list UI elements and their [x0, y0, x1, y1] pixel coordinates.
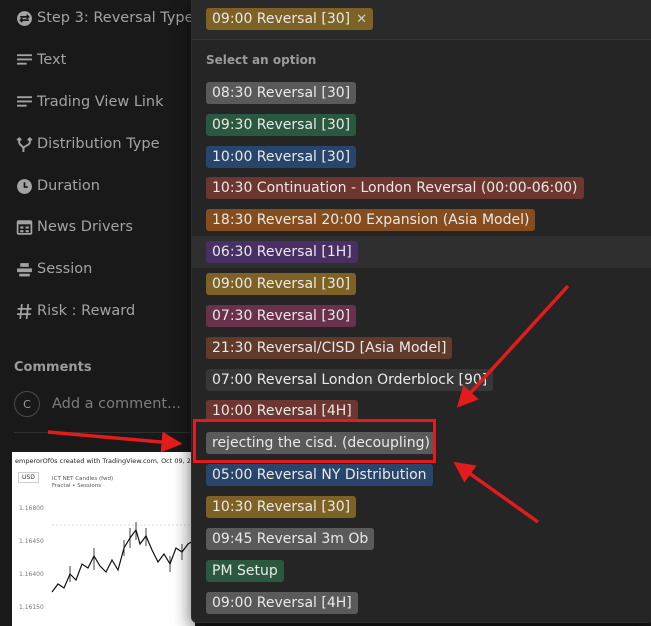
- option-chip[interactable]: 09:00 Reversal [30]: [206, 273, 357, 295]
- option-chip[interactable]: 10:30 Continuation - London Reversal (00…: [206, 177, 584, 199]
- candlestick-sketch: [51, 522, 195, 593]
- option-chip[interactable]: 10:30 Reversal [30]: [206, 496, 357, 518]
- property-trading-view-link[interactable]: Trading View Link: [14, 89, 164, 115]
- option-row[interactable]: PM Setup: [192, 555, 651, 587]
- select-hint: Select an option: [206, 53, 317, 67]
- property-distribution-type[interactable]: Distribution Type: [14, 131, 160, 157]
- divider: [14, 432, 192, 433]
- close-icon[interactable]: ✕: [356, 12, 367, 27]
- selected-values-bar[interactable]: 09:00 Reversal [30] ✕: [192, 0, 651, 40]
- option-chip[interactable]: 09:45 Reversal 3m Ob: [206, 528, 375, 550]
- reversal-type-dropdown: 09:00 Reversal [30] ✕ Select an option 0…: [191, 0, 651, 623]
- clock-icon: [14, 176, 34, 196]
- property-session[interactable]: Session: [14, 256, 92, 282]
- option-row[interactable]: 09:00 Reversal [30]: [192, 268, 651, 300]
- option-row[interactable]: 09:00 Reversal [4H]: [192, 587, 651, 619]
- calendar-icon: [14, 217, 34, 237]
- property-label: Distribution Type: [37, 136, 160, 152]
- comment-input[interactable]: Add a comment...: [52, 396, 181, 412]
- option-chip[interactable]: 07:00 Reversal London Orderblock [90]: [206, 369, 494, 391]
- option-chip[interactable]: 21:30 Reversal/CISD [Asia Model]: [206, 337, 453, 359]
- property-label: Trading View Link: [37, 94, 164, 110]
- option-row[interactable]: 10:30 Reversal [30]: [192, 491, 651, 523]
- option-row[interactable]: 06:30 Reversal [1H]: [192, 236, 651, 268]
- select-icon: [14, 8, 34, 28]
- property-label: Session: [37, 261, 93, 277]
- option-chip[interactable]: 05:00 Reversal NY Distribution: [206, 464, 433, 486]
- option-row[interactable]: 10:30 Continuation - London Reversal (00…: [192, 172, 651, 204]
- option-row[interactable]: 10:00 Reversal [30]: [192, 141, 651, 173]
- option-row[interactable]: 07:00 Reversal London Orderblock [90]: [192, 364, 651, 396]
- option-row[interactable]: 05:00 Reversal NY Distribution: [192, 459, 651, 491]
- property-label: Step 3: Reversal Type: [37, 10, 194, 26]
- option-row[interactable]: 08:30 Reversal [30]: [192, 77, 651, 109]
- option-row[interactable]: 09:30 Reversal [30]: [192, 109, 651, 141]
- property-label: Text: [37, 52, 67, 68]
- option-chip[interactable]: 10:00 Reversal [30]: [206, 146, 357, 168]
- option-row[interactable]: 21:30 Reversal/CISD [Asia Model]: [192, 332, 651, 364]
- stack-icon: [14, 259, 34, 279]
- option-chip[interactable]: 09:30 Reversal [30]: [206, 114, 357, 136]
- option-chip[interactable]: 08:30 Reversal [30]: [206, 82, 357, 104]
- option-chip[interactable]: 09:00 Reversal [4H]: [206, 592, 358, 614]
- property-news-drivers[interactable]: News Drivers: [14, 214, 133, 240]
- property-step3-reversal-type[interactable]: Step 3: Reversal Type: [14, 5, 194, 31]
- option-chip[interactable]: PM Setup: [206, 560, 284, 582]
- option-row[interactable]: 07:30 Reversal [30]: [192, 300, 651, 332]
- property-text[interactable]: Text: [14, 47, 66, 73]
- property-label: Duration: [37, 178, 100, 194]
- hash-icon: [14, 301, 34, 321]
- avatar: C: [14, 391, 40, 417]
- option-chip[interactable]: 07:30 Reversal [30]: [206, 305, 357, 327]
- highlight-box: [193, 419, 436, 463]
- text-icon: [14, 50, 34, 70]
- option-row[interactable]: 18:30 Reversal 20:00 Expansion (Asia Mod…: [192, 204, 651, 236]
- option-chip[interactable]: 06:30 Reversal [1H]: [206, 241, 358, 263]
- property-duration[interactable]: Duration: [14, 173, 100, 199]
- property-risk-reward[interactable]: Risk : Reward: [14, 298, 135, 324]
- option-row[interactable]: 09:45 Reversal 3m Ob: [192, 523, 651, 555]
- text-icon: [14, 92, 34, 112]
- selected-option-label: 09:00 Reversal [30]: [212, 11, 351, 27]
- branch-icon: [14, 134, 34, 154]
- tradingview-chart-thumbnail[interactable]: emperorOf0s created with TradingView.com…: [12, 452, 195, 626]
- comments-title: Comments: [14, 360, 92, 375]
- comment-composer[interactable]: C Add a comment...: [14, 391, 181, 417]
- option-chip[interactable]: 18:30 Reversal 20:00 Expansion (Asia Mod…: [206, 209, 536, 231]
- selected-option-chip: 09:00 Reversal [30] ✕: [206, 8, 374, 30]
- property-label: Risk : Reward: [37, 303, 136, 319]
- property-label: News Drivers: [37, 219, 133, 235]
